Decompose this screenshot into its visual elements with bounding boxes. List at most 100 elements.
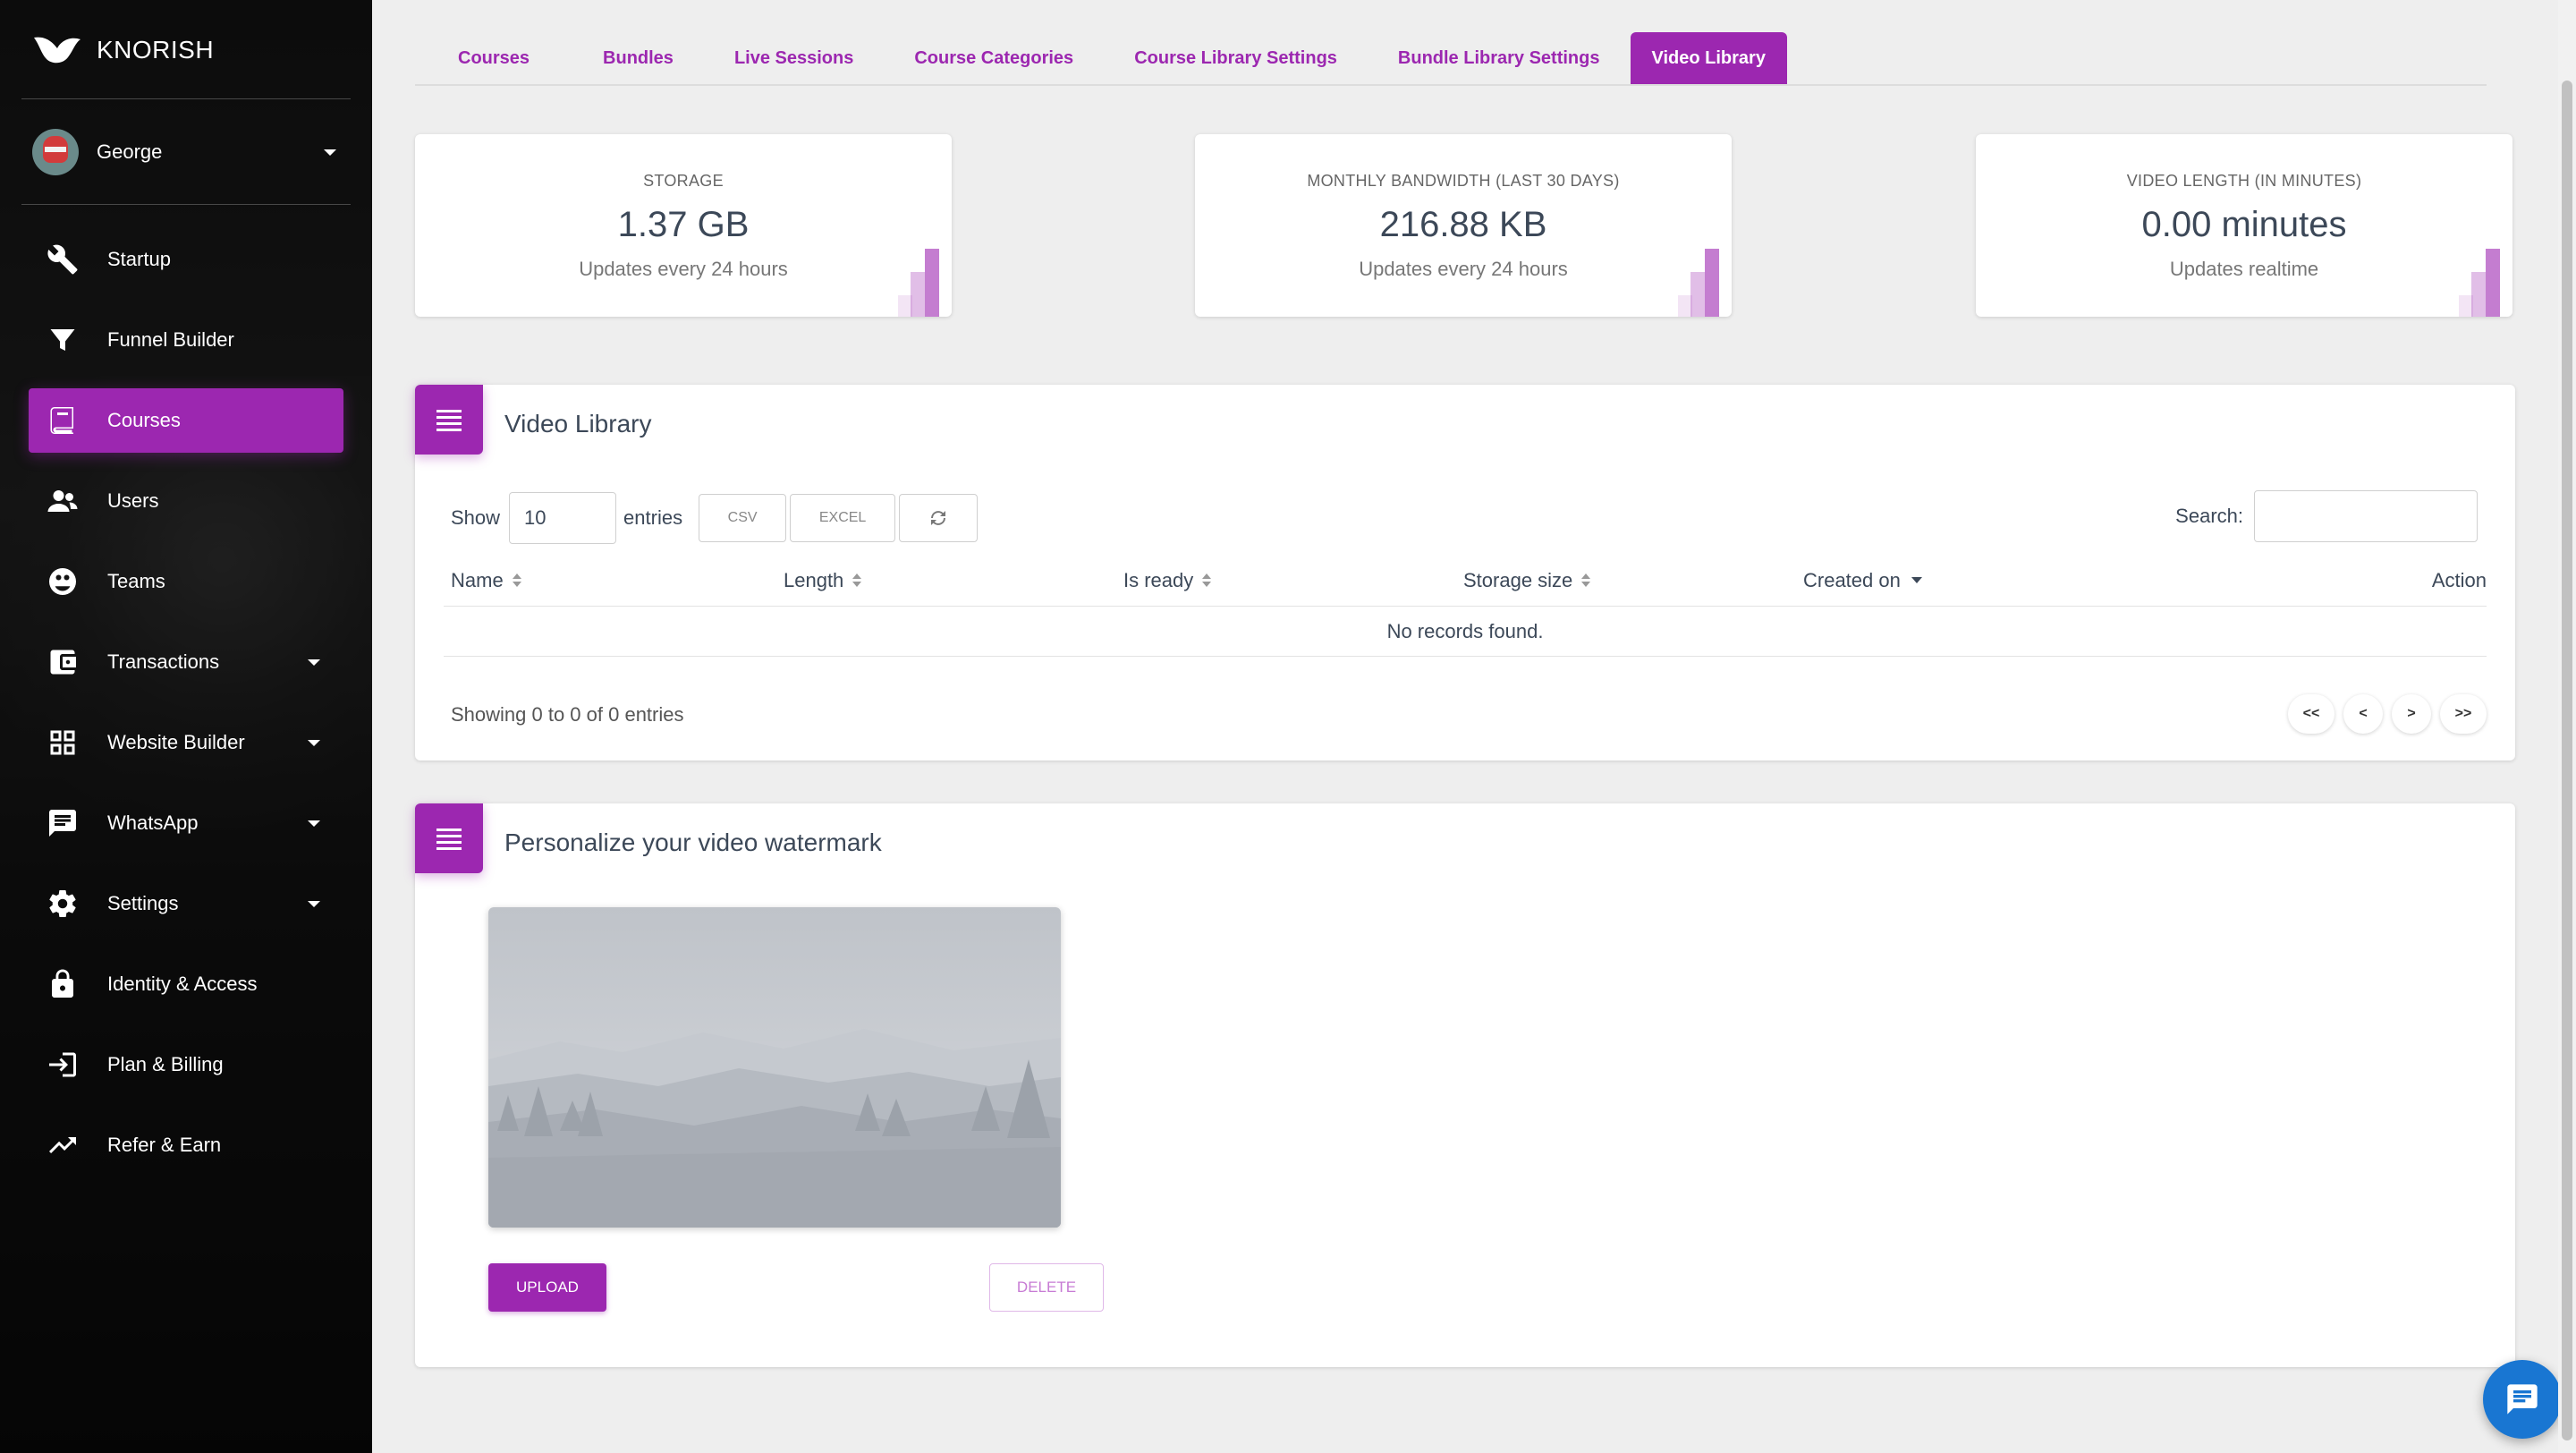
- refresh-button[interactable]: [899, 494, 979, 542]
- sidebar-item-startup[interactable]: Startup: [29, 227, 343, 292]
- sidebar-item-label: Courses: [107, 409, 181, 431]
- widgets-icon: [47, 726, 79, 759]
- sidebar-item-label: Website Builder: [107, 731, 245, 753]
- sidebar-item-label: Teams: [107, 570, 165, 592]
- scrollbar-thumb[interactable]: [2562, 81, 2572, 1440]
- column-header-created-on[interactable]: Created on: [1803, 569, 2143, 592]
- sort-desc-icon: [1911, 577, 1922, 583]
- sidebar-item-identity-access[interactable]: Identity & Access: [29, 952, 343, 1016]
- chevron-down-icon: [308, 901, 320, 907]
- sidebar-item-users[interactable]: Users: [29, 469, 343, 533]
- card-title: Video Library: [504, 410, 652, 438]
- sidebar-item-label: Refer & Earn: [107, 1134, 222, 1156]
- column-label: Action: [2431, 568, 2487, 591]
- sidebar-nav: Startup Funnel Builder Courses Users Tea…: [29, 227, 343, 1194]
- sidebar-item-plan-billing[interactable]: Plan & Billing: [29, 1032, 343, 1097]
- entries-label: entries: [623, 506, 683, 529]
- chat-icon: [2507, 1384, 2538, 1415]
- users-icon: [47, 485, 79, 517]
- landscape-placeholder-icon: [488, 907, 1061, 1228]
- tab-bundles[interactable]: Bundles: [572, 32, 704, 84]
- table-header: Name Length Is ready Storage size Create…: [444, 555, 2487, 607]
- bar-chart-icon: [2459, 249, 2512, 317]
- user-menu[interactable]: George: [32, 129, 336, 175]
- last-page-button[interactable]: >>: [2440, 694, 2487, 734]
- tabs-underline: [415, 84, 2487, 86]
- column-header-length[interactable]: Length: [784, 569, 1123, 592]
- tab-bundle-library-settings[interactable]: Bundle Library Settings: [1368, 32, 1631, 84]
- sidebar-item-refer-earn[interactable]: Refer & Earn: [29, 1113, 343, 1177]
- column-label: Length: [784, 568, 844, 591]
- sort-icon: [1202, 573, 1212, 588]
- search-label: Search:: [2175, 505, 2243, 527]
- sidebar-item-transactions[interactable]: Transactions: [29, 630, 343, 694]
- user-name: George: [97, 140, 163, 163]
- sidebar-item-label: Startup: [107, 248, 171, 270]
- sidebar-item-website-builder[interactable]: Website Builder: [29, 710, 343, 775]
- sidebar-item-funnel-builder[interactable]: Funnel Builder: [29, 308, 343, 372]
- brand-logo[interactable]: KNORISH: [32, 30, 214, 70]
- lock-icon: [47, 968, 79, 1000]
- sidebar-item-whatsapp[interactable]: WhatsApp: [29, 791, 343, 855]
- funnel-icon: [47, 324, 79, 356]
- column-header-name[interactable]: Name: [444, 569, 784, 592]
- export-csv-button[interactable]: CSV: [699, 494, 787, 542]
- column-label: Storage size: [1463, 568, 1573, 591]
- stat-card-bandwidth: MONTHLY BANDWIDTH (LAST 30 DAYS) 216.88 …: [1195, 134, 1732, 317]
- export-excel-button[interactable]: EXCEL: [790, 494, 896, 542]
- sidebar: KNORISH George Startup Funnel Builder Co…: [0, 0, 372, 1453]
- wrench-icon: [47, 243, 79, 276]
- sidebar-item-label: Plan & Billing: [107, 1053, 224, 1075]
- video-library-card: Video Library Show entries CSV EXCEL Sea…: [415, 385, 2515, 760]
- tab-course-categories[interactable]: Course Categories: [884, 32, 1104, 84]
- sidebar-divider: [21, 204, 351, 205]
- first-page-button[interactable]: <<: [2288, 694, 2334, 734]
- show-label: Show: [451, 506, 501, 529]
- tab-course-library-settings[interactable]: Course Library Settings: [1104, 32, 1368, 84]
- bar-chart-icon: [1678, 249, 1732, 317]
- stat-card-video-length: VIDEO LENGTH (IN MINUTES) 0.00 minutes U…: [1976, 134, 2512, 317]
- column-label: Is ready: [1123, 568, 1194, 591]
- stat-title: VIDEO LENGTH (IN MINUTES): [2126, 172, 2362, 190]
- chat-icon: [47, 807, 79, 839]
- tab-courses[interactable]: Courses: [415, 32, 572, 84]
- watermark-preview-image: [488, 907, 1061, 1228]
- chevron-down-icon: [308, 659, 320, 666]
- stat-title: MONTHLY BANDWIDTH (LAST 30 DAYS): [1307, 172, 1620, 190]
- prev-page-button[interactable]: <: [2343, 694, 2383, 734]
- sidebar-item-label: Funnel Builder: [107, 328, 234, 351]
- entries-per-page-input[interactable]: [509, 492, 617, 544]
- stat-subtitle: Updates every 24 hours: [1359, 258, 1568, 280]
- wallet-icon: [47, 646, 79, 678]
- avatar: [32, 129, 79, 175]
- tab-live-sessions[interactable]: Live Sessions: [704, 32, 884, 84]
- tab-video-library[interactable]: Video Library: [1630, 32, 1787, 84]
- stat-subtitle: Updates every 24 hours: [579, 258, 788, 280]
- next-page-button[interactable]: >: [2392, 694, 2431, 734]
- sidebar-item-teams[interactable]: Teams: [29, 549, 343, 614]
- sidebar-item-courses[interactable]: Courses: [29, 388, 343, 453]
- column-header-storage-size[interactable]: Storage size: [1463, 569, 1803, 592]
- column-label: Created on: [1803, 568, 1901, 591]
- watermark-card: Personalize your video watermark UPLOAD …: [415, 803, 2515, 1367]
- column-label: Name: [451, 568, 504, 591]
- upload-button[interactable]: UPLOAD: [488, 1263, 606, 1312]
- sidebar-item-label: Identity & Access: [107, 973, 258, 995]
- delete-button[interactable]: DELETE: [989, 1263, 1104, 1312]
- sort-icon: [512, 573, 521, 588]
- sidebar-item-label: Transactions: [107, 650, 220, 673]
- page-scrollbar[interactable]: [2558, 0, 2576, 1453]
- login-icon: [47, 1049, 79, 1081]
- gear-icon: [47, 888, 79, 920]
- stat-value: 1.37 GB: [617, 205, 750, 244]
- main-content: Courses Bundles Live Sessions Course Cat…: [372, 0, 2547, 1453]
- list-icon: [415, 803, 483, 873]
- sidebar-divider: [21, 98, 351, 99]
- chat-support-button[interactable]: [2483, 1360, 2562, 1439]
- column-header-is-ready[interactable]: Is ready: [1123, 569, 1463, 592]
- sidebar-item-settings[interactable]: Settings: [29, 871, 343, 936]
- sort-icon: [852, 573, 862, 588]
- search-input[interactable]: [2254, 490, 2478, 542]
- stat-value: 0.00 minutes: [2141, 205, 2347, 244]
- book-icon: [47, 404, 79, 437]
